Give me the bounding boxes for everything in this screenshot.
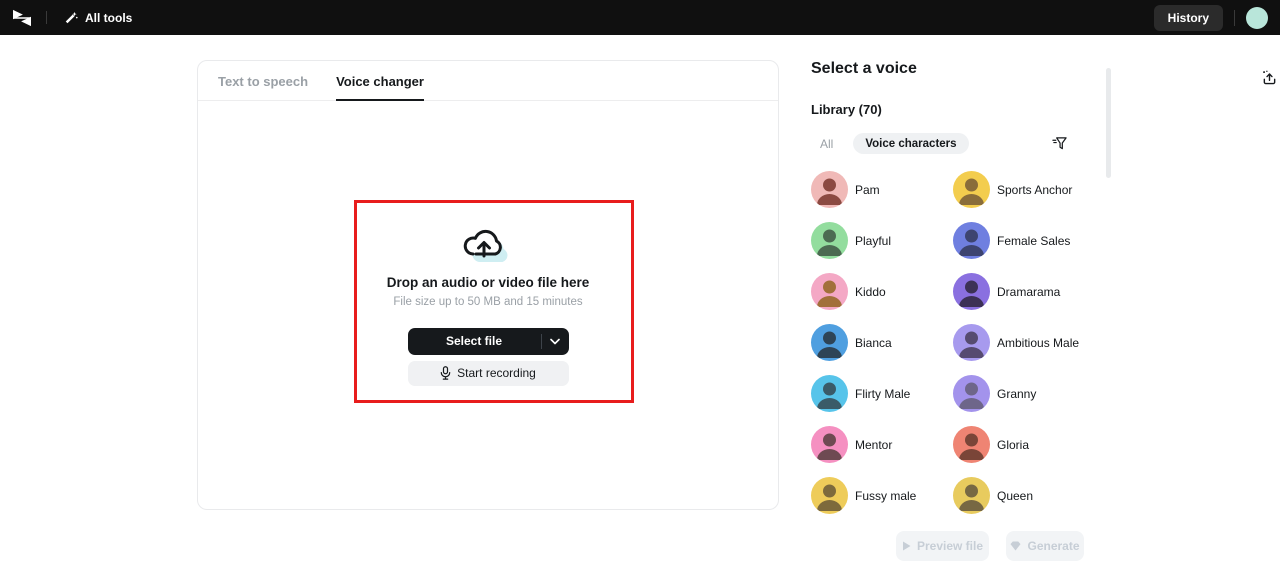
play-icon [902,541,911,551]
cloud-upload-icon [462,225,514,267]
preview-file-button[interactable]: Preview file [896,531,989,561]
voice-item[interactable]: Dramarama [953,273,1101,310]
generate-label: Generate [1027,539,1079,553]
drop-zone-subtitle: File size up to 50 MB and 15 minutes [393,296,582,308]
voice-name: Kiddo [855,285,886,299]
generate-button[interactable]: Generate [1006,531,1084,561]
chevron-down-icon[interactable] [542,338,569,345]
voice-avatar [953,375,990,412]
voice-item[interactable]: Kiddo [811,273,953,310]
all-tools-button[interactable]: All tools [64,11,132,25]
voice-name: Mentor [855,438,892,452]
top-bar: All tools History [0,0,1280,35]
panel-title: Select a voice [811,60,917,78]
user-avatar[interactable] [1246,7,1268,29]
voice-avatar [953,477,990,514]
voice-item[interactable]: Fussy male [811,477,953,514]
voice-select-panel: Select a voice Library (70) All Voice ch… [811,60,1101,520]
start-recording-button[interactable]: Start recording [408,361,569,386]
start-recording-label: Start recording [457,366,536,380]
filter-chip-all[interactable]: All [811,137,843,151]
tab-voice-changer[interactable]: Voice changer [336,74,424,100]
voice-item[interactable]: Flirty Male [811,375,953,412]
voice-avatar [953,426,990,463]
voice-item[interactable]: Queen [953,477,1101,514]
voice-avatar [811,171,848,208]
voice-item[interactable]: Gloria [953,426,1101,463]
topbar-divider [46,11,47,24]
voice-changer-card: Text to speech Voice changer Drop an aud… [197,60,779,510]
voice-avatar [953,273,990,310]
filter-chip-row: All Voice characters [811,133,1101,154]
credit-gem-icon [1010,541,1021,551]
voice-item[interactable]: Bianca [811,324,953,361]
voice-avatar [953,222,990,259]
history-button[interactable]: History [1154,5,1223,31]
voice-avatar [953,171,990,208]
voice-item[interactable]: Ambitious Male [953,324,1101,361]
tab-bar: Text to speech Voice changer [198,61,778,101]
voice-name: Female Sales [997,234,1070,248]
microphone-icon [440,366,451,380]
voice-avatar [811,477,848,514]
voice-name: Dramarama [997,285,1060,299]
topbar-divider [1234,10,1235,26]
select-file-button[interactable]: Select file [408,328,569,355]
voice-item[interactable]: Playful [811,222,953,259]
voice-name: Pam [855,183,880,197]
voice-item[interactable]: Sports Anchor [953,171,1101,208]
voice-avatar [811,426,848,463]
capcut-logo-icon[interactable] [11,9,33,27]
voice-avatar [953,324,990,361]
scrollbar-thumb[interactable] [1106,68,1111,178]
voice-name: Queen [997,489,1033,503]
voice-name: Bianca [855,336,892,350]
voice-name: Flirty Male [855,387,910,401]
tab-text-to-speech[interactable]: Text to speech [218,74,308,100]
voice-item[interactable]: Mentor [811,426,953,463]
voice-item[interactable]: Pam [811,171,953,208]
voice-avatar [811,324,848,361]
filter-funnel-icon[interactable] [1052,136,1067,151]
preview-file-label: Preview file [917,539,983,553]
voice-item[interactable]: Granny [953,375,1101,412]
voice-grid: Pam Sports Anchor Playful Female Sales K… [811,171,1101,514]
voice-avatar [811,222,848,259]
voice-item[interactable]: Female Sales [953,222,1101,259]
voice-avatar [811,375,848,412]
voice-name: Granny [997,387,1036,401]
voice-name: Playful [855,234,891,248]
all-tools-label: All tools [85,11,132,25]
drop-zone-title: Drop an audio or video file here [387,275,590,290]
library-count-label: Library (70) [811,102,1101,117]
file-drop-zone[interactable]: Drop an audio or video file here File si… [198,101,778,509]
voice-avatar [811,273,848,310]
voice-name: Sports Anchor [997,183,1072,197]
voice-name: Gloria [997,438,1029,452]
voice-name: Ambitious Male [997,336,1079,350]
filter-chip-voice-characters[interactable]: Voice characters [853,133,968,154]
voice-name: Fussy male [855,489,916,503]
select-file-label: Select file [408,334,541,348]
voice-import-icon[interactable] [1262,70,1277,90]
magic-wand-icon [64,11,78,25]
